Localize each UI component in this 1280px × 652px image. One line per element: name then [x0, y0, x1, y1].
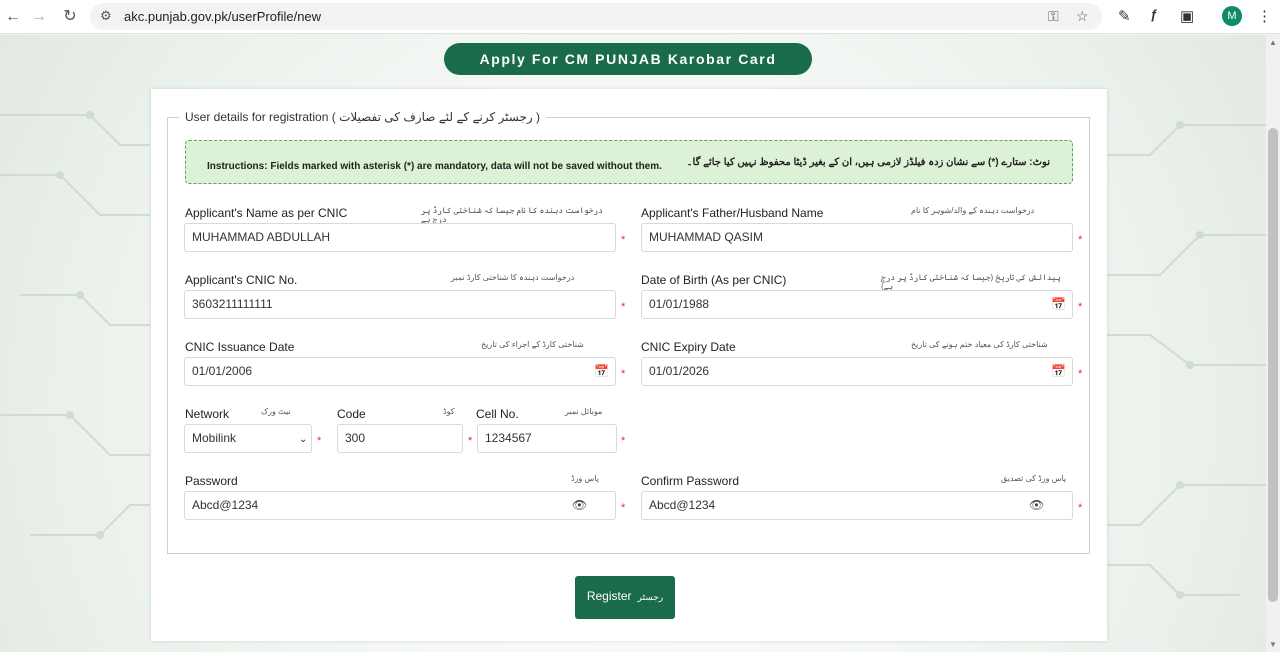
required-star: * [621, 368, 626, 380]
password-input[interactable]: Abcd@1234 [184, 491, 616, 520]
dob-input[interactable]: 01/01/1988 [641, 290, 1073, 319]
register-button-label: Register [586, 589, 632, 603]
registration-card: User details for registration ( رجسٹر کر… [151, 89, 1107, 641]
instructions-english: Instructions: Fields marked with asteris… [207, 161, 662, 172]
reload-icon[interactable]: ↻ [59, 6, 81, 28]
eye-slash-icon[interactable]: 👁 [572, 498, 587, 512]
instructions-box: Instructions: Fields marked with asteris… [185, 140, 1073, 184]
dob-urdu-label: پیدائش کی تاریخ (جیسا کہ شناختی کارڈ پر … [881, 273, 1061, 291]
calendar-icon[interactable]: 📅 [594, 364, 609, 378]
instructions-urdu: نوٹ: ستارے (*) سے نشان زدہ فیلڈز لازمی ہ… [686, 157, 1050, 168]
issuance-date-label: CNIC Issuance Date [185, 340, 295, 354]
eye-slash-icon[interactable]: 👁 [1029, 498, 1044, 512]
expiry-date-urdu-label: شناختی کارڈ کی معیاد ختم ہونے کی تاریخ [911, 340, 1048, 349]
required-star: * [621, 502, 626, 514]
cell-urdu-label: موبائل نمبر [565, 407, 603, 416]
code-urdu-label: کوڈ [443, 407, 455, 416]
arrow-left-icon[interactable]: ← [2, 6, 24, 28]
chevron-down-icon: ⌄ [299, 434, 308, 445]
calendar-icon[interactable]: 📅 [1051, 297, 1066, 311]
calendar-icon[interactable]: 📅 [1051, 364, 1066, 378]
arrow-right-icon[interactable]: → [28, 6, 50, 28]
code-label: Code [337, 407, 366, 421]
scroll-down-icon[interactable]: ▼ [1269, 640, 1277, 649]
kebab-menu-icon[interactable]: ⋮ [1257, 7, 1272, 25]
font-icon[interactable]: ƒ [1150, 7, 1157, 22]
address-bar[interactable]: ⚙ akc.punjab.gov.pk/userProfile/new ⚿ ☆ [90, 3, 1102, 30]
required-star: * [1078, 502, 1083, 514]
password-label: Password [185, 474, 238, 488]
required-star: * [621, 301, 626, 313]
fieldset-legend: User details for registration ( رجسٹر کر… [179, 110, 547, 124]
tune-icon[interactable]: ⚙ [100, 8, 112, 24]
page-title: Apply For CM PUNJAB Karobar Card [444, 43, 812, 75]
register-button-urdu-label: رجسٹر [637, 592, 664, 602]
expiry-date-label: CNIC Expiry Date [641, 340, 736, 354]
star-icon[interactable]: ☆ [1076, 8, 1089, 25]
browser-toolbar: ← → ↻ ⚙ akc.punjab.gov.pk/userProfile/ne… [0, 0, 1280, 34]
issuance-date-input[interactable]: 01/01/2006 [184, 357, 616, 386]
code-input[interactable]: 300 [337, 424, 463, 453]
puzzle-icon[interactable]: ▣ [1180, 7, 1194, 25]
confirm-password-urdu-label: پاس ورڈ کی تصدیق [1001, 474, 1067, 483]
issuance-date-urdu-label: شناختی کارڈ کے اجراء کی تاریخ [481, 340, 584, 349]
network-urdu-label: نیٹ ورک [261, 407, 291, 416]
profile-avatar[interactable]: M [1222, 6, 1242, 26]
cnic-label: Applicant's CNIC No. [185, 273, 298, 287]
url-text[interactable]: akc.punjab.gov.pk/userProfile/new [124, 9, 321, 24]
eyedropper-icon[interactable]: ✎ [1118, 7, 1131, 25]
required-star: * [317, 435, 322, 447]
required-star: * [1078, 234, 1083, 246]
cnic-urdu-label: درخواست دہندہ کا شناختی کارڈ نمبر [451, 273, 575, 282]
scrollbar-thumb[interactable] [1268, 128, 1278, 602]
cell-label: Cell No. [476, 407, 519, 421]
confirm-password-label: Confirm Password [641, 474, 740, 488]
scroll-up-icon[interactable]: ▲ [1269, 38, 1277, 47]
network-select[interactable]: Mobilink [184, 424, 312, 453]
required-star: * [1078, 301, 1083, 313]
father-name-label: Applicant's Father/Husband Name [641, 206, 824, 220]
father-name-input[interactable]: MUHAMMAD QASIM [641, 223, 1073, 252]
father-name-urdu-label: درخواست دہندہ کے والد/شوہر کا نام [911, 206, 1035, 215]
applicant-name-label: Applicant's Name as per CNIC [185, 206, 348, 220]
required-star: * [468, 435, 473, 447]
password-urdu-label: پاس ورڈ [571, 474, 599, 483]
network-label: Network [185, 407, 230, 421]
required-star: * [621, 435, 626, 447]
expiry-date-input[interactable]: 01/01/2026 [641, 357, 1073, 386]
applicant-name-input[interactable]: MUHAMMAD ABDULLAH [184, 223, 616, 252]
key-icon[interactable]: ⚿ [1048, 8, 1059, 25]
required-star: * [621, 234, 626, 246]
required-star: * [1078, 368, 1083, 380]
dob-label: Date of Birth (As per CNIC) [641, 273, 787, 287]
applicant-name-urdu-label: درخواست دہندہ کا نام جیسا کہ شناختی کارڈ… [421, 206, 603, 224]
cell-input[interactable]: 1234567 [477, 424, 617, 453]
register-button[interactable]: Register رجسٹر [575, 576, 675, 619]
confirm-password-input[interactable]: Abcd@1234 [641, 491, 1073, 520]
page-background: Apply For CM PUNJAB Karobar Card User de… [0, 35, 1266, 652]
cnic-input[interactable]: 3603211111111 [184, 290, 616, 319]
